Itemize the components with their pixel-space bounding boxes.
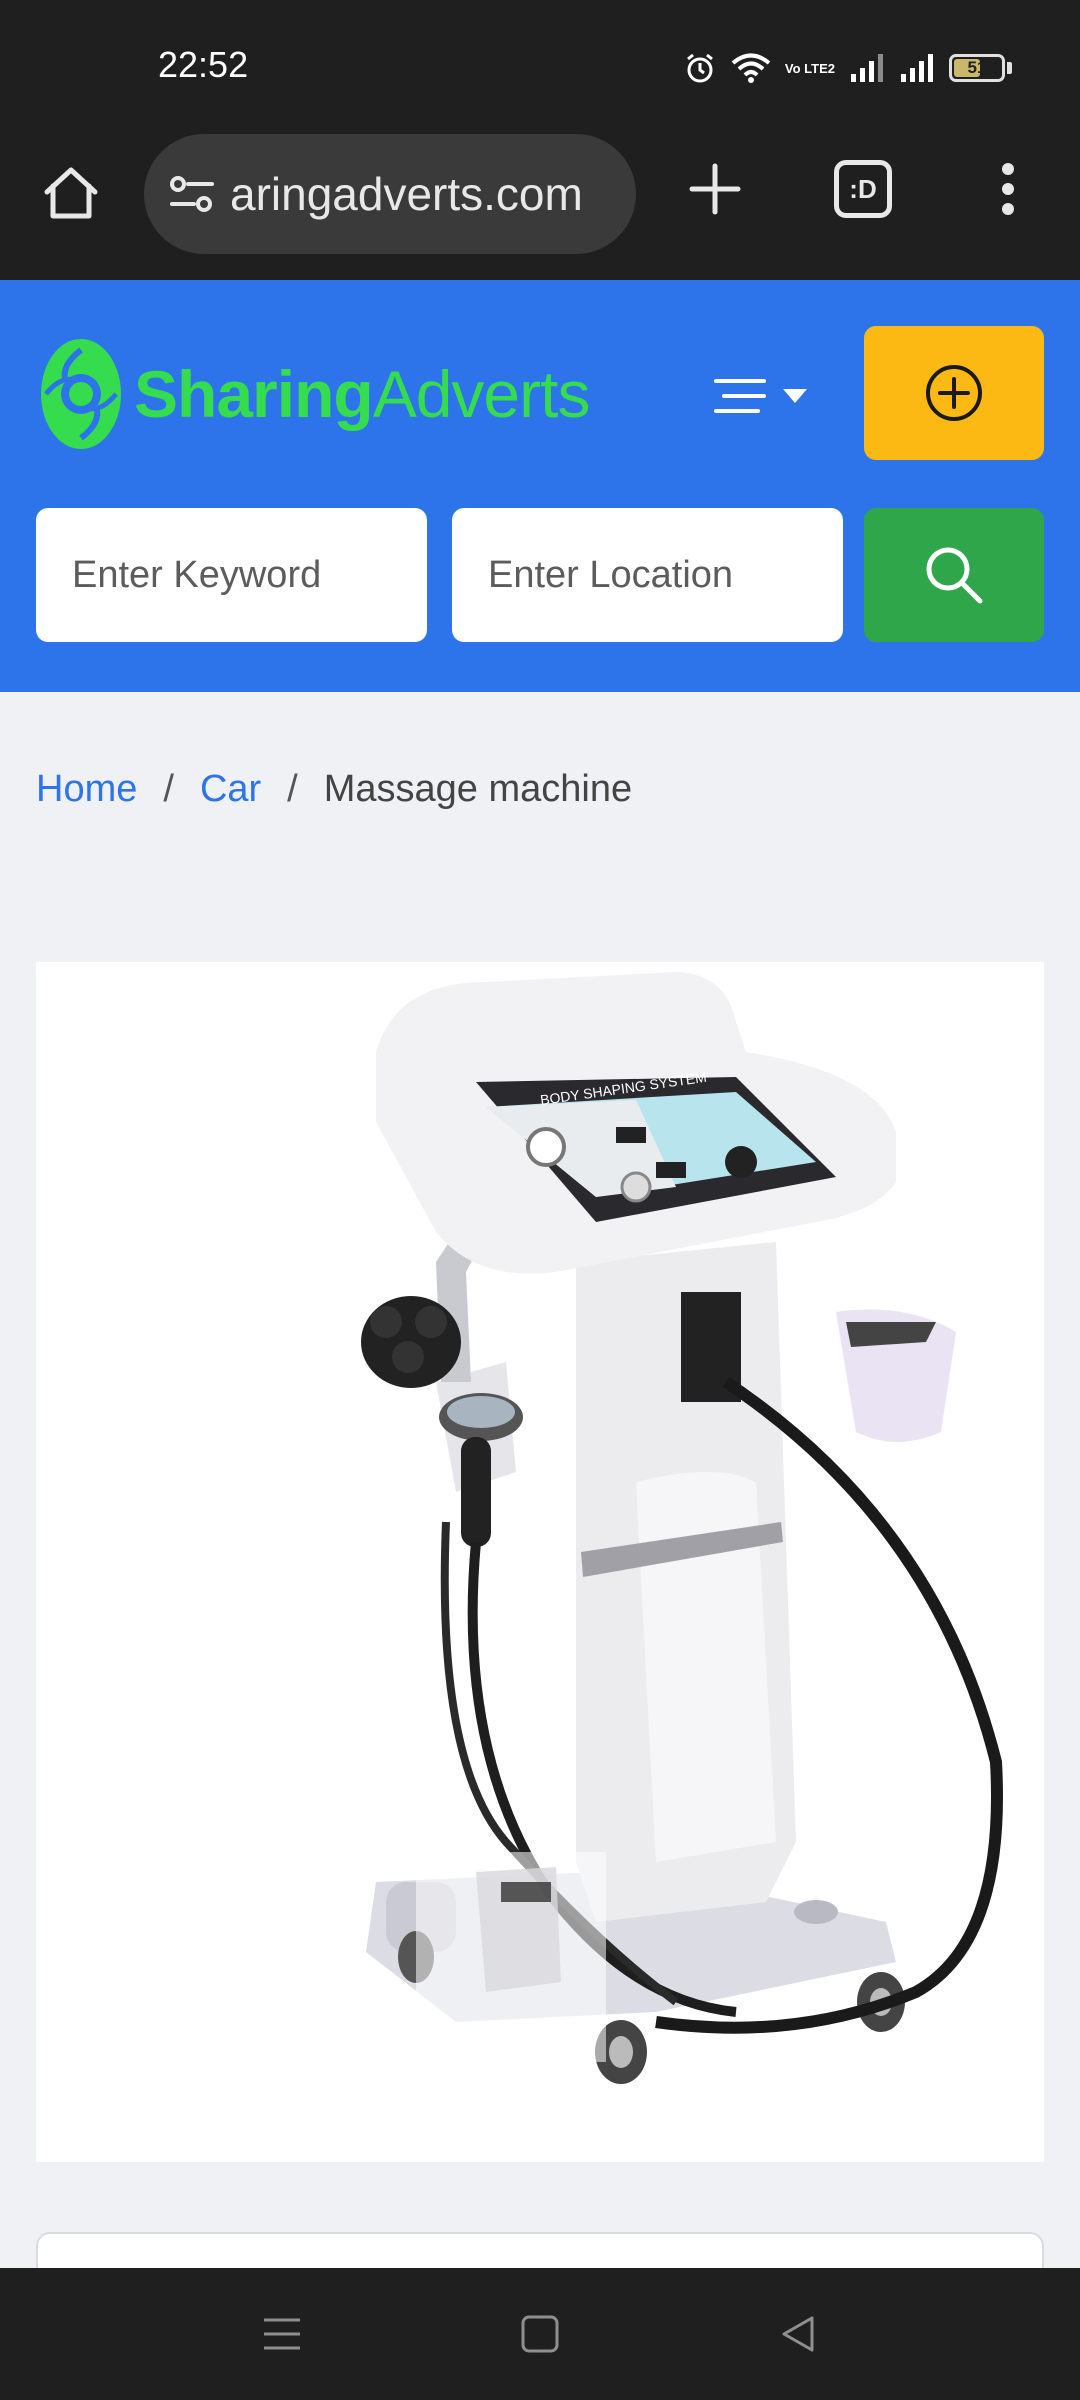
alarm-icon — [683, 51, 717, 85]
home-button[interactable] — [36, 158, 106, 228]
new-tab-button[interactable] — [680, 154, 750, 224]
browser-toolbar: aringadverts.com :D — [0, 130, 1080, 280]
search-button[interactable] — [864, 508, 1044, 642]
nav-menu-toggle[interactable] — [714, 366, 824, 426]
site-header: SharingAdverts — [0, 280, 1080, 692]
logo-mark-icon — [41, 339, 121, 449]
details-card — [36, 2232, 1044, 2268]
wifi-icon — [731, 52, 771, 84]
breadcrumb-home-link[interactable]: Home — [36, 768, 137, 811]
signal-icon — [899, 52, 935, 84]
more-menu-button[interactable] — [978, 154, 1038, 224]
logo-text-light: Adverts — [372, 357, 591, 431]
search-bar — [36, 508, 1044, 642]
status-time: 22:52 — [158, 44, 249, 85]
product-image-card[interactable]: BODY SHAPING SYSTEM — [36, 962, 1044, 2162]
square-icon — [521, 2315, 559, 2353]
battery-icon: 51 — [949, 54, 1005, 82]
breadcrumb: Home / Car / Massage machine — [36, 768, 632, 811]
search-icon — [926, 547, 983, 604]
post-ad-button[interactable] — [864, 326, 1044, 460]
volte-icon: Vo LTE2 — [784, 60, 835, 76]
recents-button[interactable] — [252, 2304, 312, 2364]
menu-icon — [264, 2318, 300, 2350]
status-bar: 22:52 Vo LTE2 51 — [0, 0, 1080, 130]
home-nav-button[interactable] — [510, 2304, 570, 2364]
breadcrumb-separator: / — [163, 768, 174, 810]
status-icons: Vo LTE2 51 — [683, 48, 1012, 88]
battery-level: 51 — [967, 58, 987, 77]
keyword-input[interactable] — [36, 508, 427, 642]
home-icon — [44, 167, 98, 219]
caret-down-icon — [783, 389, 807, 403]
add-circle-icon — [926, 365, 982, 421]
page-content: Home / Car / Massage machine BODY SHAPIN… — [0, 692, 1080, 2268]
logo-text-bold: Sharing — [134, 357, 374, 431]
breadcrumb-current: Massage machine — [323, 768, 633, 810]
back-triangle-icon — [782, 2316, 814, 2352]
location-input[interactable] — [452, 508, 843, 642]
tabs-button[interactable]: :D — [834, 160, 892, 218]
product-image: BODY SHAPING SYSTEM — [36, 962, 1044, 2162]
site-logo[interactable]: SharingAdverts — [38, 334, 591, 454]
battery-tip — [1007, 62, 1012, 74]
signal-icon — [849, 52, 885, 84]
system-nav-bar — [0, 2268, 1080, 2400]
more-vert-icon — [1002, 163, 1014, 215]
address-bar[interactable]: aringadverts.com — [144, 134, 636, 254]
url-text: aringadverts.com — [230, 168, 583, 220]
menu-lines-icon — [714, 379, 766, 413]
tabs-count: :D — [849, 173, 877, 204]
site-settings-icon[interactable] — [166, 168, 218, 220]
logo-text: SharingAdverts — [134, 356, 591, 432]
back-button[interactable] — [768, 2304, 828, 2364]
breadcrumb-separator: / — [287, 768, 298, 810]
breadcrumb-category-link[interactable]: Car — [200, 768, 261, 811]
plus-icon — [689, 163, 741, 215]
